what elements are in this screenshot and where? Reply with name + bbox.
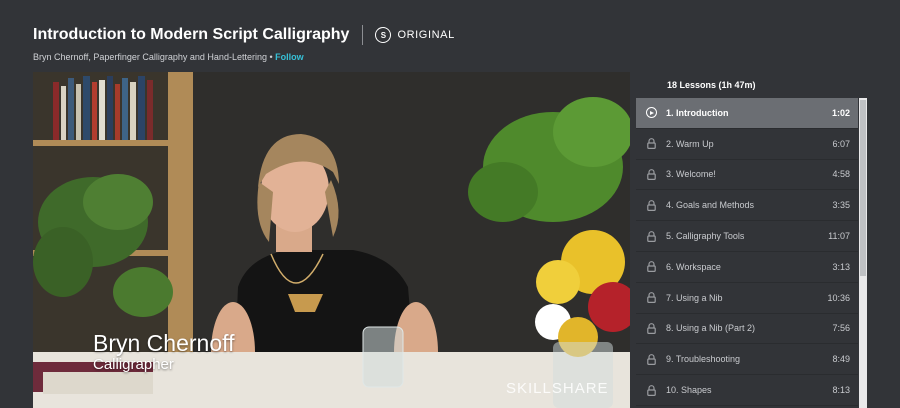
lesson-duration: 11:07: [828, 231, 850, 242]
lesson-title: 1. Introduction: [666, 107, 729, 118]
lesson-duration: 7:56: [832, 323, 850, 334]
lesson-title: 6. Workspace: [666, 261, 721, 272]
lock-icon: [636, 138, 666, 150]
lesson-title: 7. Using a Nib: [666, 292, 723, 303]
lesson-duration: 4:58: [832, 169, 850, 180]
lesson-title: 8. Using a Nib (Part 2): [666, 323, 756, 334]
lesson-title: 10. Shapes: [666, 385, 712, 396]
lesson-list: 1. Introduction 1:02 2. Warm Up 6:07 3. …: [636, 98, 858, 406]
lower-third-name: Bryn Chernoff: [93, 330, 235, 356]
lesson-duration: 3:13: [832, 261, 850, 272]
lesson-duration: 10:36: [827, 292, 850, 303]
course-header: Introduction to Modern Script Calligraph…: [33, 24, 900, 68]
lock-icon: [636, 323, 666, 334]
lock-icon: [636, 384, 666, 396]
lesson-title: 2. Warm Up: [666, 138, 714, 149]
title-row: Introduction to Modern Script Calligraph…: [33, 24, 900, 46]
play-icon: [636, 107, 666, 119]
separator-dot: •: [266, 52, 276, 62]
lock-icon: [636, 169, 666, 180]
lesson-duration: 8:49: [832, 354, 850, 365]
follow-button[interactable]: Follow: [275, 52, 304, 62]
title-divider: [362, 25, 364, 45]
course-title: Introduction to Modern Script Calligraph…: [33, 26, 350, 43]
video-player[interactable]: Bryn Chernoff Calligrapher SKILLSHARE: [33, 72, 630, 408]
lesson-duration: 6:07: [832, 138, 850, 149]
lock-icon: [636, 230, 666, 242]
lesson-item[interactable]: 2. Warm Up 6:07: [636, 129, 858, 160]
scrollbar-thumb[interactable]: [860, 100, 866, 276]
lesson-item[interactable]: 10. Shapes 8:13: [636, 375, 858, 406]
skillshare-original-icon: S: [375, 27, 392, 43]
lesson-duration: 8:13: [832, 385, 850, 396]
instructor-line: Bryn Chernoff, Paperfinger Calligraphy a…: [33, 52, 900, 62]
lesson-title: 5. Calligraphy Tools: [666, 231, 745, 242]
lesson-title: 9. Troubleshooting: [666, 354, 741, 365]
lesson-item[interactable]: 3. Welcome! 4:58: [636, 160, 858, 191]
lesson-title: 3. Welcome!: [666, 169, 716, 180]
lesson-title: 4. Goals and Methods: [666, 200, 755, 211]
lock-icon: [636, 261, 666, 273]
original-label: ORIGINAL: [397, 29, 455, 41]
skillshare-watermark: SKILLSHARE: [506, 380, 609, 397]
lesson-duration: 1:02: [831, 107, 850, 118]
lesson-item[interactable]: 4. Goals and Methods 3:35: [636, 190, 858, 222]
lesson-item[interactable]: 8. Using a Nib (Part 2) 7:56: [636, 314, 858, 345]
original-badge: S ORIGINAL: [375, 27, 454, 43]
lesson-sidebar: 18 Lessons (1h 47m) 1. Introduction 1:02…: [636, 72, 868, 408]
lesson-item[interactable]: 5. Calligraphy Tools 11:07: [636, 221, 858, 252]
lesson-item[interactable]: 1. Introduction 1:02: [636, 98, 858, 129]
lessons-summary: 18 Lessons (1h 47m): [667, 80, 756, 90]
lock-icon: [636, 353, 666, 365]
lesson-item[interactable]: 6. Workspace 3:13: [636, 252, 858, 283]
lesson-scrollbar[interactable]: [859, 98, 867, 408]
lower-third: Bryn Chernoff Calligrapher: [93, 330, 234, 374]
lower-third-role: Calligrapher: [93, 356, 174, 373]
lesson-item[interactable]: 7. Using a Nib 10:36: [636, 283, 858, 314]
lock-icon: [636, 199, 666, 211]
lesson-item[interactable]: 9. Troubleshooting 8:49: [636, 344, 858, 376]
lesson-duration: 3:35: [832, 200, 850, 211]
lock-icon: [636, 292, 666, 304]
instructor-name[interactable]: Bryn Chernoff, Paperfinger Calligraphy a…: [33, 52, 267, 62]
